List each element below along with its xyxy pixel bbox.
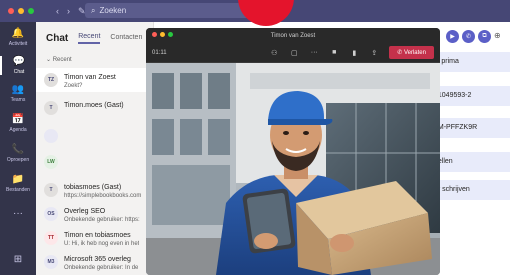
zoom-window-dot[interactable]: [28, 8, 34, 14]
video-feed: [146, 63, 440, 275]
participants-icon[interactable]: ⚇: [267, 49, 281, 57]
avatar: TT: [44, 231, 58, 245]
list-item[interactable]: T Timon.moes (Gast): [36, 98, 154, 120]
rail-label: Bestanden: [6, 187, 30, 193]
add-people-icon[interactable]: ⊕: [494, 31, 501, 40]
teams-icon: 👥: [11, 84, 25, 95]
rail-label: Activiteit: [8, 41, 28, 47]
list-item[interactable]: [36, 126, 154, 146]
rail-item-chat[interactable]: 💬 Chat: [0, 56, 36, 75]
chat-item-preview: U: Hi, ik heb nog even in het: [64, 241, 140, 247]
screen-share-icon[interactable]: ⧉: [478, 30, 491, 43]
rail-item-activity[interactable]: 🔔 Activiteit: [0, 28, 36, 47]
window-controls: [8, 8, 34, 14]
rail-item-calendar[interactable]: 📅 Agenda: [0, 114, 36, 133]
chat-item-preview: https://simplebookbooks.com: [64, 193, 142, 199]
rail-label: Agenda: [9, 127, 27, 133]
bell-icon: 🔔: [11, 28, 25, 39]
close-window-dot[interactable]: [8, 8, 14, 14]
rail-item-apps[interactable]: ⊞: [0, 254, 36, 266]
video-window-controls: [152, 32, 173, 37]
chat-item-preview: Onbekende gebruiker: In de: [64, 265, 139, 271]
search-icon: ⌕: [91, 5, 96, 15]
more-options-icon[interactable]: ···: [307, 49, 321, 56]
more-icon: ···: [13, 208, 23, 219]
list-item[interactable]: TT Timon en tobiasmoes U: Hi, ik heb nog…: [36, 228, 154, 252]
avatar: TZ: [44, 73, 58, 87]
avatar: LW: [44, 155, 58, 169]
chat-item-name: Microsoft 365 overleg: [64, 256, 131, 263]
microphone-icon[interactable]: ▮: [347, 49, 361, 57]
avatar: T: [44, 101, 58, 115]
chat-icon: 💬: [12, 56, 26, 67]
chat-item-name: Timon van Zoest: [64, 74, 116, 81]
list-item[interactable]: TZ Timon van Zoest Zoekt?: [36, 68, 154, 92]
call-timer: 01:11: [152, 49, 167, 56]
list-item[interactable]: LW: [36, 152, 154, 178]
avatar: T: [44, 183, 58, 197]
zoom-window-dot[interactable]: [168, 32, 173, 37]
rail-item-teams[interactable]: 👥 Teams: [0, 84, 36, 103]
list-item[interactable]: M3 Microsoft 365 overleg Onbekende gebru…: [36, 252, 154, 275]
message-fragment: 7M-PFFZK9R: [434, 124, 478, 131]
chat-header: Chat Recent Contacten: [36, 22, 153, 54]
tablet: [242, 188, 296, 254]
avatar: M3: [44, 255, 58, 269]
leave-call-label: Verlaten: [403, 50, 426, 56]
chat-item-name: tobiasmoes (Gast): [64, 184, 122, 191]
header-actions: ▶ ✆ ⧉: [446, 30, 491, 43]
teams-window: ‹ › ✎ ⌕ Zoeken 🔔 Activiteit 💬 Chat 👥 Tea…: [0, 0, 510, 275]
calendar-icon: 📅: [11, 114, 25, 125]
apps-icon: ⊞: [13, 254, 23, 265]
call-controls: 01:11 ⚇ ▢ ··· ■ ▮ ⇪ ✆ Verlaten: [146, 43, 440, 63]
list-item[interactable]: T tobiasmoes (Gast) https://simplebookbo…: [36, 180, 154, 204]
chat-item-name: Overleg SEO: [64, 208, 106, 215]
audio-call-icon[interactable]: ✆: [462, 30, 475, 43]
tab-recent[interactable]: Recent: [78, 33, 101, 44]
video-title: Timon van Zoest: [270, 32, 316, 39]
search-placeholder: Zoeken: [99, 6, 127, 15]
forward-arrow-icon[interactable]: ›: [67, 6, 70, 17]
chat-bubble-icon[interactable]: ▢: [287, 49, 301, 57]
chat-panel: Chat Recent Contacten ⌄ Recent TZ Timon …: [36, 22, 154, 275]
rail-label: Chat: [13, 69, 25, 75]
chat-item-preview: Zoekt?: [64, 83, 83, 89]
camera-icon[interactable]: ■: [327, 49, 341, 56]
recent-section-label[interactable]: ⌄ Recent: [36, 56, 153, 66]
chat-item-name: Timon.moes (Gast): [64, 102, 124, 109]
minimize-window-dot[interactable]: [160, 32, 165, 37]
leave-call-button[interactable]: ✆ Verlaten: [389, 46, 434, 59]
phone-icon: 📞: [11, 144, 25, 155]
rail-item-more[interactable]: ···: [0, 208, 36, 220]
video-call-icon[interactable]: ▶: [446, 30, 459, 43]
files-icon: 📁: [11, 174, 25, 185]
close-window-dot[interactable]: [152, 32, 157, 37]
tab-contacts[interactable]: Contacten: [110, 34, 142, 43]
chat-item-name: Timon en tobiasmoes: [64, 232, 131, 239]
avatar: [44, 129, 58, 143]
rail-label: Teams: [10, 97, 26, 103]
recent-label-text: Recent: [52, 57, 72, 63]
rail-label: Oproepen: [6, 157, 30, 163]
nav-arrows: ‹ › ✎: [56, 6, 86, 17]
rail-item-calls[interactable]: 📞 Oproepen: [0, 144, 36, 163]
video-call-window[interactable]: Timon van Zoest 01:11 ⚇ ▢ ··· ■ ▮ ⇪ ✆ Ve…: [146, 28, 440, 275]
back-arrow-icon[interactable]: ‹: [56, 6, 59, 17]
chat-title: Chat: [46, 32, 69, 44]
chat-item-preview: Onbekende gebruiker: https:: [64, 217, 140, 223]
rail-item-files[interactable]: 📁 Bestanden: [0, 174, 36, 193]
avatar: OS: [44, 207, 58, 221]
video-title-bar: Timon van Zoest: [146, 28, 440, 43]
share-screen-icon[interactable]: ⇪: [367, 49, 381, 57]
minimize-window-dot[interactable]: [18, 8, 24, 14]
list-item[interactable]: OS Overleg SEO Onbekende gebruiker: http…: [36, 204, 154, 228]
app-rail: 🔔 Activiteit 💬 Chat 👥 Teams 📅 Agenda 📞 O…: [0, 22, 36, 275]
